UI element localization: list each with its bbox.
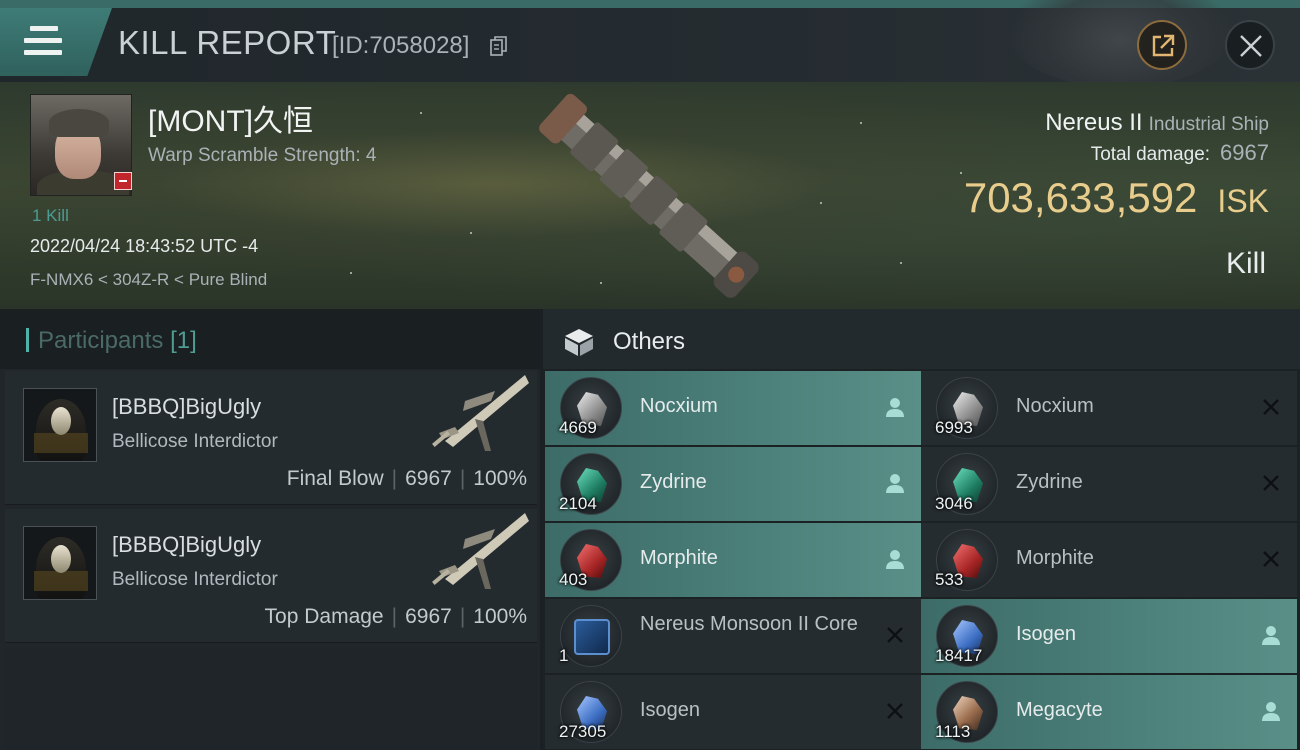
item-quantity: 1113 <box>935 722 971 741</box>
cube-icon <box>565 329 593 356</box>
copy-icon[interactable] <box>490 36 507 56</box>
participant-percent: 100% <box>473 467 527 490</box>
warp-scramble-strength: Warp Scramble Strength: 4 <box>148 145 377 166</box>
total-damage-label: Total damage: <box>1090 144 1211 165</box>
victim-ship-image <box>539 93 759 298</box>
participants-header[interactable]: Participants [1] <box>0 309 540 369</box>
item-quantity: 1 <box>559 646 569 665</box>
page-title: KILL REPORT <box>118 24 337 61</box>
menu-button[interactable] <box>0 8 112 76</box>
isk-value: 703,633,592 ISK <box>964 174 1269 222</box>
item-cell[interactable]: 4669 Nocxium <box>545 371 921 445</box>
item-cell[interactable]: 1113 Megacyte <box>921 675 1297 749</box>
item-name: Nocxium <box>1016 395 1094 417</box>
header-bar: KILL REPORT [ID:7058028] <box>0 0 1300 88</box>
close-button[interactable] <box>1225 20 1275 70</box>
share-icon <box>1152 34 1175 57</box>
kill-timestamp: 2022/04/24 18:43:52 UTC -4 <box>30 236 259 256</box>
x-icon <box>887 703 903 719</box>
menu-icon <box>24 26 62 56</box>
participant-row[interactable]: [BBBQ]BigUgly Bellicose Interdictor Top … <box>5 509 537 643</box>
participant-name: [BBBQ]BigUgly <box>112 394 262 419</box>
person-icon <box>886 398 904 417</box>
x-icon <box>1263 475 1279 491</box>
participants-panel: Participants [1] [BBBQ]BigUgly Bellicose… <box>0 309 540 750</box>
item-cell[interactable]: 2104 Zydrine <box>545 447 921 521</box>
isk-unit: ISK <box>1217 183 1269 219</box>
ship-class: Industrial Ship <box>1148 114 1269 135</box>
participant-name: [BBBQ]BigUgly <box>112 532 262 557</box>
participant-stats: Final Blow | 6967 | 100% <box>286 467 527 490</box>
participants-title: Participants [1] <box>38 327 197 355</box>
header-decoration <box>1005 0 1235 88</box>
close-icon <box>1240 35 1262 57</box>
item-cell[interactable]: 27305 Isogen <box>545 675 921 749</box>
item-quantity: 18417 <box>935 646 983 665</box>
section-marker <box>26 328 29 352</box>
item-name: Zydrine <box>1016 471 1083 493</box>
person-icon <box>886 474 904 493</box>
item-quantity: 533 <box>935 570 964 589</box>
victim-name[interactable]: [MONT]久恒 <box>148 96 313 140</box>
participant-avatar[interactable] <box>23 526 97 600</box>
participants-count: [1] <box>170 327 197 354</box>
others-header: Others <box>543 309 1300 369</box>
total-damage: Total damage: 6967 <box>1091 140 1269 166</box>
others-title: Others <box>613 328 686 355</box>
item-cell[interactable]: 3046 Zydrine <box>921 447 1297 521</box>
participant-ship: Bellicose Interdictor <box>112 569 278 590</box>
kill-result: Kill <box>1225 247 1266 280</box>
kill-location[interactable]: F-NMX6 < 304Z-R < Pure Blind <box>30 270 267 290</box>
item-quantity: 27305 <box>559 722 607 741</box>
participants-empty-area <box>5 647 537 750</box>
participant-ship-image <box>432 375 529 451</box>
participant-role: Top Damage <box>264 605 384 628</box>
item-name: Megacyte <box>1016 699 1103 721</box>
kill-summary-banner: [MONT]久恒 Warp Scramble Strength: 4 1 Kil… <box>0 82 1300 309</box>
item-quantity: 403 <box>559 570 588 589</box>
item-cell[interactable]: 533 Morphite <box>921 523 1297 597</box>
item-cell[interactable]: 18417 Isogen <box>921 599 1297 673</box>
item-cell[interactable]: 403 Morphite <box>545 523 921 597</box>
participant-role: Final Blow <box>286 467 384 490</box>
ship-info: Nereus II Industrial Ship <box>1045 109 1269 137</box>
x-icon <box>1263 551 1279 567</box>
participant-damage: 6967 <box>405 605 452 628</box>
total-damage-value: 6967 <box>1220 140 1269 165</box>
kill-id: [ID:7058028] <box>332 32 470 59</box>
participant-ship-image <box>432 513 529 589</box>
participant-stats: Top Damage | 6967 | 100% <box>264 605 527 628</box>
item-name: Nocxium <box>640 395 718 417</box>
participant-damage: 6967 <box>405 467 452 490</box>
participant-percent: 100% <box>473 605 527 628</box>
item-quantity: 4669 <box>559 418 597 437</box>
others-panel: Others 4669 Nocxium 6993 Nocxium 2104 Zy… <box>543 309 1300 750</box>
participant-avatar[interactable] <box>23 388 97 462</box>
x-icon <box>1263 399 1279 415</box>
item-quantity: 3046 <box>935 494 973 513</box>
standing-badge <box>114 172 132 190</box>
x-icon <box>887 627 903 643</box>
person-icon <box>1262 702 1280 721</box>
item-name: Isogen <box>1016 623 1077 645</box>
participants-title-text: Participants <box>38 327 164 354</box>
participant-ship: Bellicose Interdictor <box>112 431 278 452</box>
share-button[interactable] <box>1137 20 1187 70</box>
victim-kills: 1 Kill <box>32 206 69 225</box>
item-name: Zydrine <box>640 471 707 493</box>
isk-amount: 703,633,592 <box>963 174 1198 221</box>
item-cell[interactable]: 1 Nereus Monsoon II Core <box>545 599 921 673</box>
item-name: Morphite <box>640 547 718 569</box>
person-icon <box>1262 626 1280 645</box>
item-name: Isogen <box>640 699 701 721</box>
item-quantity: 6993 <box>935 418 973 437</box>
item-cell[interactable]: 6993 Nocxium <box>921 371 1297 445</box>
item-quantity: 2104 <box>559 494 597 513</box>
item-name: Morphite <box>1016 547 1094 569</box>
ship-core-icon <box>560 605 622 667</box>
item-name: Nereus Monsoon II Core <box>640 613 858 635</box>
person-icon <box>886 550 904 569</box>
participant-row[interactable]: [BBBQ]BigUgly Bellicose Interdictor Fina… <box>5 371 537 505</box>
ship-name[interactable]: Nereus II <box>1045 109 1142 136</box>
